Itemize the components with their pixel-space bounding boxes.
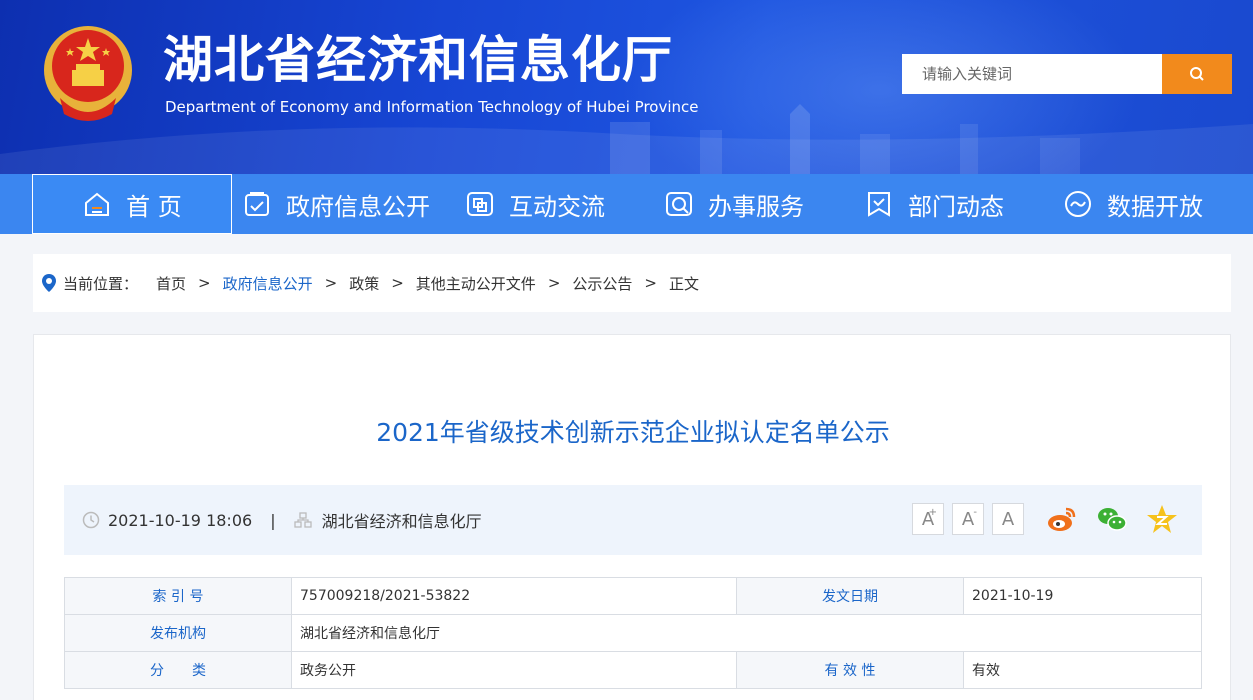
article-meta-bar: 2021-10-19 18:06 | 湖北省经济和信息化厅 A + A- A (64, 485, 1202, 555)
publisher-name: 湖北省经济和信息化厅 (321, 512, 482, 531)
nav-item-label: 政府信息公开 (286, 192, 430, 221)
article-container: 2021年省级技术创新示范企业拟认定名单公示 2021-10-19 18:06 … (33, 334, 1231, 700)
nav-item-services[interactable]: 办事服务 (664, 174, 804, 234)
nav-item-label: 数据开放 (1107, 192, 1203, 221)
font-reset-label: A (1001, 508, 1015, 530)
breadcrumb-gov-info[interactable]: 政府信息公开 (223, 273, 313, 294)
breadcrumb-policy[interactable]: 政策 (349, 273, 379, 294)
issue-date-value: 2021-10-19 (963, 577, 1202, 615)
document-check-icon (245, 192, 269, 216)
search-button[interactable] (1162, 54, 1232, 94)
nav-item-label: 互动交流 (509, 192, 605, 221)
validity-label: 有 效 性 (736, 651, 964, 689)
issue-date-label: 发文日期 (736, 577, 964, 615)
category-value: 政务公开 (291, 651, 737, 689)
share-buttons (1046, 503, 1178, 535)
breadcrumb-separator: > (547, 274, 561, 292)
qzone-star-icon[interactable] (1146, 503, 1178, 535)
home-icon (85, 192, 110, 216)
font-size-controls: A + A- A (912, 503, 1024, 535)
wave-circle-icon (1065, 191, 1091, 217)
search-input[interactable] (902, 54, 1162, 94)
search-box (902, 54, 1232, 94)
breadcrumb-home[interactable]: 首页 (156, 273, 186, 294)
site-header: 湖北省经济和信息化厅 Department of Economy and Inf… (0, 0, 1253, 174)
publish-datetime: 2021-10-19 18:06 (108, 510, 253, 530)
breadcrumb: 当前位置： 首页 > 政府信息公开 > 政策 > 其他主动公开文件 > 公示公告… (33, 254, 1231, 312)
organization-icon (293, 512, 312, 528)
site-title: 湖北省经济和信息化厅 (163, 31, 673, 89)
table-row: 分 类 政务公开 有 效 性 有效 (64, 651, 1202, 689)
nav-item-open-data[interactable]: 数据开放 (1063, 174, 1203, 234)
nav-item-home[interactable]: 首 页 (32, 174, 232, 234)
breadcrumb-separator: > (198, 274, 211, 292)
nav-item-label: 办事服务 (708, 192, 804, 221)
clock-icon (82, 511, 100, 529)
validity-value: 有效 (963, 651, 1202, 689)
breadcrumb-other-files[interactable]: 其他主动公开文件 (416, 273, 536, 294)
document-info-table: 索 引 号 757009218/2021-53822 发文日期 2021-10-… (64, 577, 1202, 689)
weibo-icon[interactable] (1046, 503, 1078, 535)
issuing-org-label: 发布机构 (64, 614, 292, 652)
nav-item-gov-info[interactable]: 政府信息公开 (242, 174, 430, 234)
table-row: 索 引 号 757009218/2021-53822 发文日期 2021-10-… (64, 577, 1202, 615)
nav-item-label: 部门动态 (908, 192, 1004, 221)
breadcrumb-separator: > (391, 274, 404, 292)
nav-item-label: 首 页 (126, 192, 182, 221)
font-decrease-button[interactable]: A- (952, 503, 984, 535)
main-nav: 首 页 政府信息公开 互动交流 办事服务 部门动态 数据开放 (0, 174, 1253, 234)
breadcrumb-current: 正文 (668, 274, 699, 293)
font-decrease-label: A (961, 508, 975, 530)
chat-squares-icon (467, 192, 493, 216)
table-row: 发布机构 湖北省经济和信息化厅 (64, 614, 1202, 652)
font-reset-button[interactable]: A (992, 503, 1024, 535)
index-number-value: 757009218/2021-53822 (291, 577, 737, 615)
wechat-icon[interactable] (1096, 503, 1128, 535)
issuing-org-value: 湖北省经济和信息化厅 (291, 614, 1202, 652)
category-label: 分 类 (64, 651, 292, 689)
font-increase-button[interactable]: A + (912, 503, 944, 535)
bookmark-icon (868, 192, 890, 217)
site-subtitle: Department of Economy and Information Te… (165, 98, 699, 116)
article-title: 2021年省级技术创新示范企业拟认定名单公示 (376, 418, 890, 447)
index-number-label: 索 引 号 (64, 577, 292, 615)
breadcrumb-announcements[interactable]: 公示公告 (572, 273, 632, 294)
meta-divider: | (270, 510, 276, 530)
nav-item-department-news[interactable]: 部门动态 (864, 174, 1004, 234)
search-icon (1190, 67, 1204, 81)
breadcrumb-separator: > (644, 274, 657, 292)
location-pin-icon (42, 274, 56, 292)
service-search-icon (666, 192, 692, 216)
breadcrumb-separator: > (324, 274, 338, 292)
breadcrumb-prefix: 当前位置： (63, 274, 139, 293)
nav-item-interaction[interactable]: 互动交流 (465, 174, 605, 234)
national-emblem-logo (44, 26, 132, 121)
